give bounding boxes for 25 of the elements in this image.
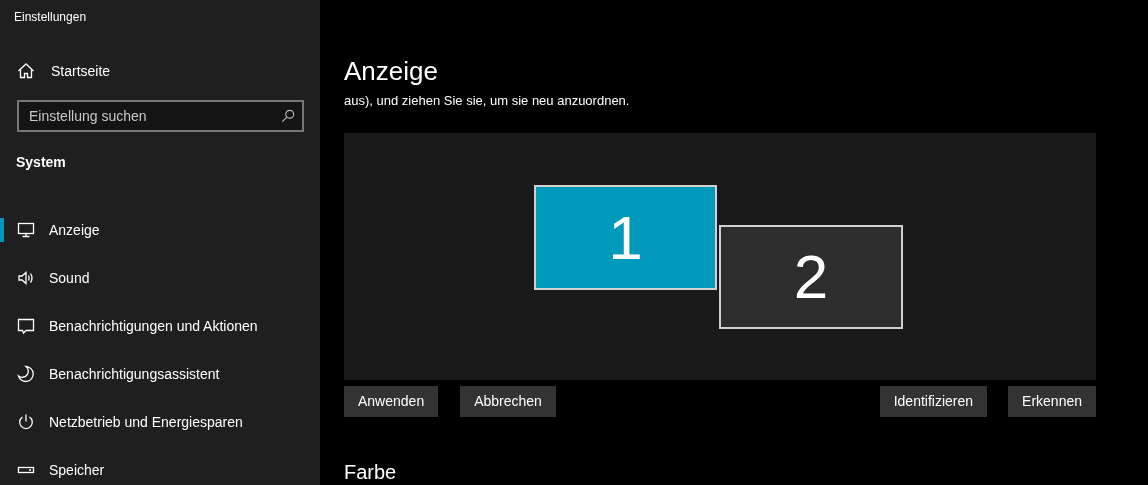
home-link[interactable]: Startseite bbox=[51, 60, 111, 82]
sidebar-item[interactable]: Sound bbox=[49, 267, 90, 289]
monitor-tile[interactable]: 2 bbox=[719, 224, 903, 329]
sidebar-item[interactable]: Speicher bbox=[49, 459, 105, 481]
sidebar-item[interactable]: Netzbetrieb und Energiesparen bbox=[49, 411, 243, 433]
action-button[interactable]: Anwenden bbox=[344, 385, 439, 417]
action-button[interactable]: Identifizieren bbox=[879, 385, 988, 417]
search-field[interactable]: Einstellung suchen bbox=[17, 100, 304, 132]
sidebar-item[interactable]: Benachrichtigungen und Aktionen bbox=[49, 315, 258, 337]
section-heading: Farbe bbox=[344, 461, 397, 483]
search-icon bbox=[281, 109, 295, 123]
monitor-icon bbox=[17, 221, 35, 239]
description-text: aus), und ziehen Sie sie, um sie neu anzuordnen. bbox=[344, 92, 631, 110]
section-heading: System bbox=[15, 153, 67, 172]
speaker-icon bbox=[17, 269, 35, 287]
speech-bubble-icon bbox=[17, 317, 35, 335]
window-title: Einstellungen bbox=[13, 9, 88, 26]
action-button[interactable]: Erkennen bbox=[1008, 385, 1096, 417]
sidebar-item[interactable]: Benachrichtigungsassistent bbox=[49, 363, 220, 385]
home-icon bbox=[17, 62, 35, 80]
power-icon bbox=[17, 413, 35, 431]
page-title: Anzeige bbox=[344, 55, 439, 88]
action-button[interactable]: Abbrechen bbox=[460, 385, 556, 417]
sidebar-item[interactable]: Anzeige bbox=[49, 219, 100, 241]
moon-icon bbox=[17, 365, 35, 383]
